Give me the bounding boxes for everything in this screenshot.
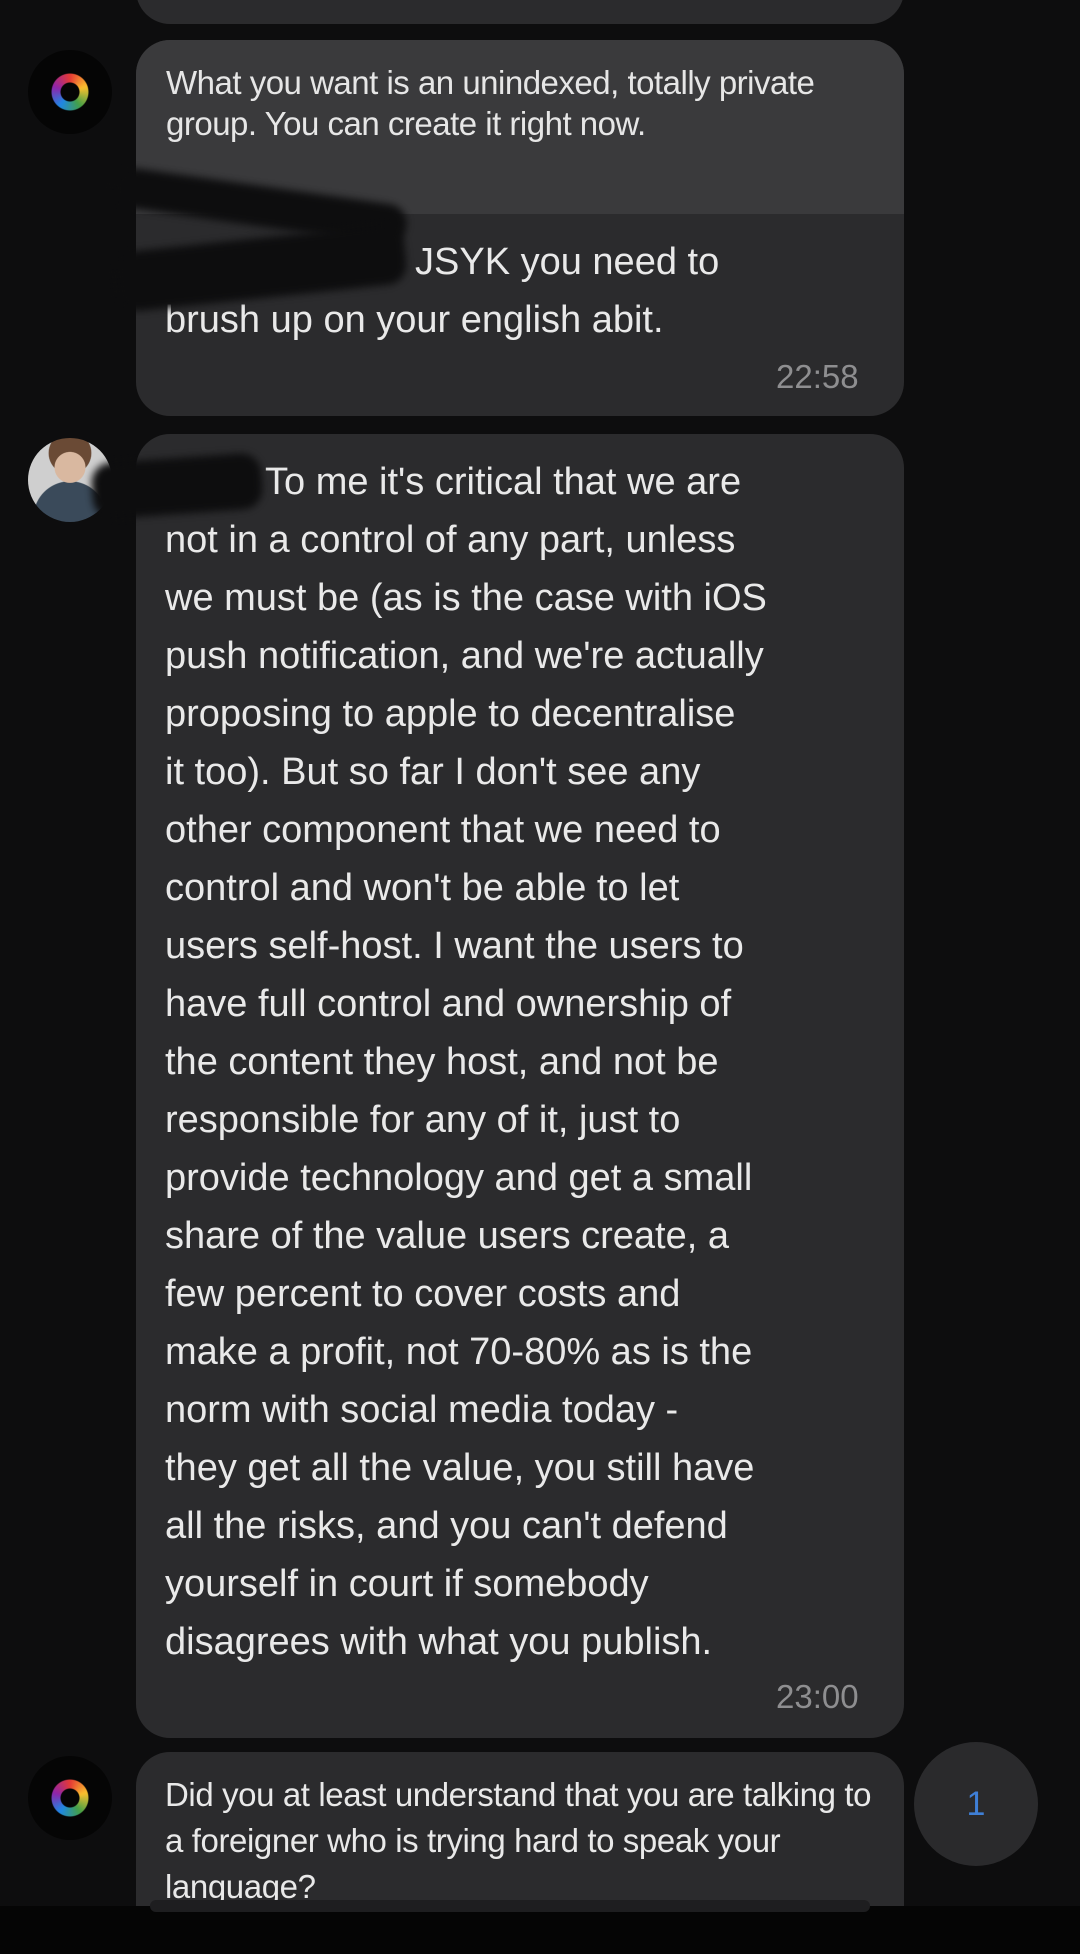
sender-avatar-icon[interactable] bbox=[28, 50, 112, 134]
unread-count: 1 bbox=[966, 1784, 986, 1823]
previous-message-bubble bbox=[136, 0, 904, 24]
sender-avatar-icon[interactable] bbox=[28, 1756, 112, 1840]
message-text: Did you at least understand that you are… bbox=[165, 1776, 872, 1905]
message-text: To me it's critical that we are not in a… bbox=[165, 461, 767, 1663]
composer-edge bbox=[150, 1900, 870, 1912]
chat-view: What you want is an unindexed, totally p… bbox=[0, 0, 1080, 1954]
redaction-mark bbox=[90, 452, 264, 520]
quoted-message-text: What you want is an unindexed, totally p… bbox=[166, 64, 815, 142]
message-timestamp: 23:00 bbox=[776, 1678, 859, 1715]
message-timestamp: 22:58 bbox=[776, 358, 859, 395]
unread-count-button[interactable]: 1 bbox=[914, 1742, 1038, 1866]
bottom-bar bbox=[0, 1900, 1080, 1954]
